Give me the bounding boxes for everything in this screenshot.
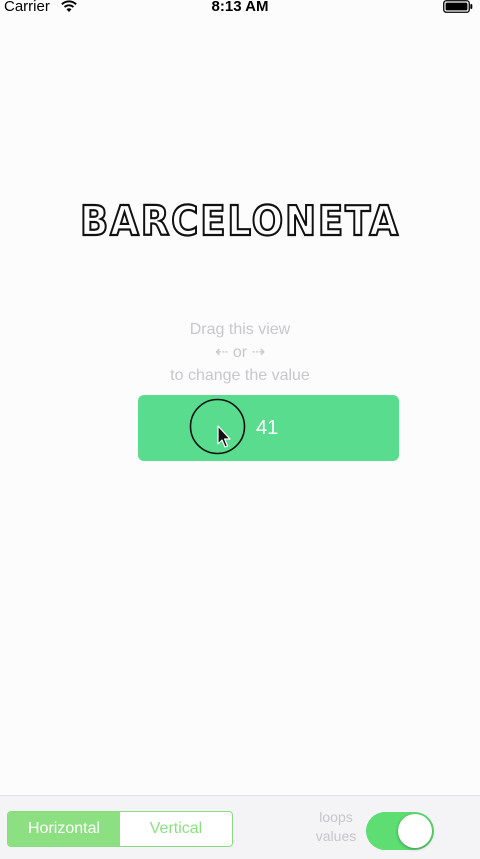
loops-values-toggle[interactable]: [366, 812, 434, 850]
segment-vertical[interactable]: Vertical: [120, 812, 232, 846]
segment-horizontal[interactable]: Horizontal: [8, 812, 120, 846]
draggable-value-view[interactable]: 41: [138, 395, 399, 461]
loops-label-line-1: loops: [319, 809, 353, 825]
hint-line-3: to change the value: [170, 367, 310, 384]
logo: BARCELONETA: [0, 196, 480, 240]
value-label: 41: [256, 417, 279, 439]
clock: 8:13 AM: [211, 0, 269, 15]
bottom-toolbar: Horizontal Vertical loops values: [0, 795, 480, 859]
logo-wordmark: BARCELONETA: [79, 196, 400, 240]
battery-icon: [443, 0, 473, 13]
toggle-knob: [398, 814, 432, 848]
drag-hint: Drag this view ⇠ or ⇢ to change the valu…: [0, 318, 480, 387]
logo-text: BARCELONETA: [80, 197, 400, 240]
direction-segmented-control[interactable]: Horizontal Vertical: [7, 811, 233, 847]
loops-label-line-2: values: [315, 828, 357, 844]
status-bar: Carrier 8:13 AM: [0, 0, 480, 16]
touch-cursor-icon: [189, 398, 246, 455]
hint-line-1: Drag this view: [189, 321, 291, 338]
loops-values-label: loops values: [300, 808, 372, 846]
hint-line-2: ⇠ or ⇢: [215, 344, 265, 361]
